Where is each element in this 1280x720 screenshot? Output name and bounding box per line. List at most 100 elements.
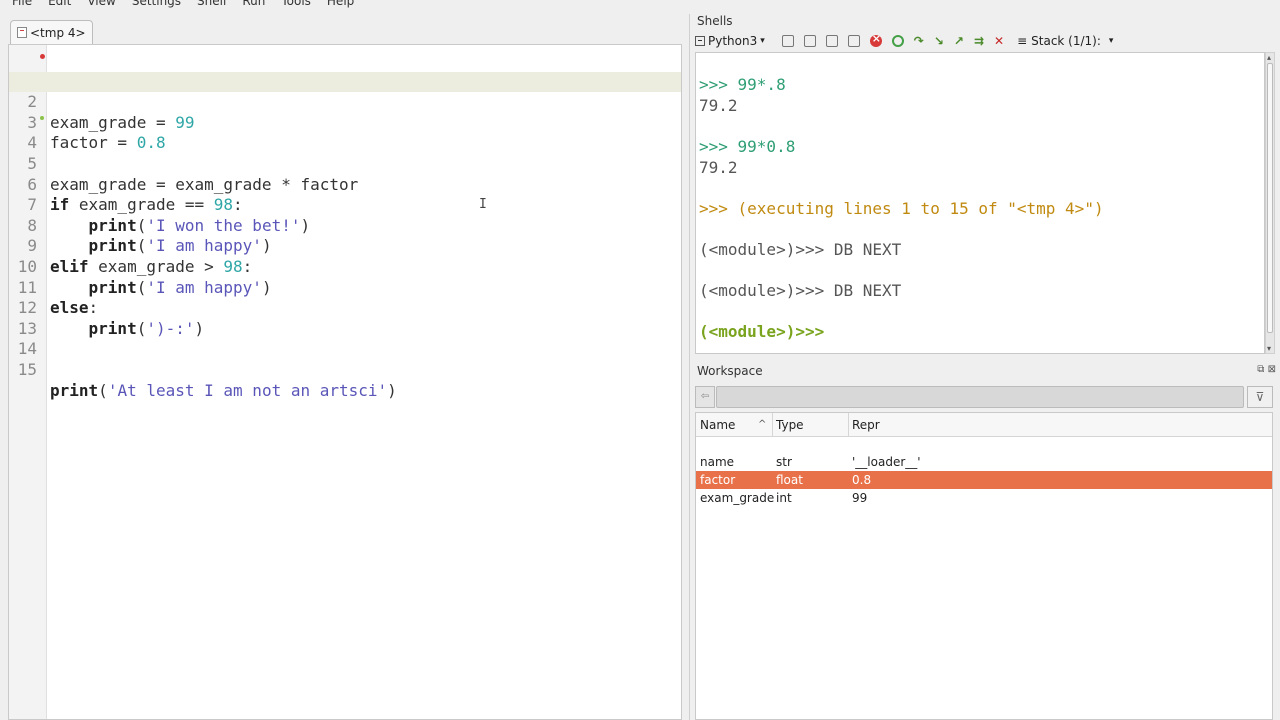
- shell-debug-line: (<module>)>>> DB NEXT: [699, 281, 902, 300]
- code-line: 11 else:: [9, 257, 681, 318]
- column-header-repr[interactable]: Repr: [852, 418, 880, 432]
- code-line: 13: [9, 298, 681, 338]
- open-shell-icon[interactable]: [803, 35, 816, 47]
- code-line-current: 2: [9, 71, 681, 111]
- column-header-name[interactable]: Name: [700, 418, 735, 432]
- shell-output[interactable]: >>> 99*.8 79.2 >>> 99*0.8 79.2 >>> (exec…: [695, 52, 1265, 354]
- code-builtin: print: [50, 380, 99, 400]
- debug-position-icon: [40, 115, 44, 120]
- code-line: 3 factor = 0.8: [9, 92, 681, 153]
- code-line: 6 if exam_grade == 98:: [9, 154, 681, 215]
- code-line: 5: [9, 133, 681, 173]
- undock-icon[interactable]: ⧉: [1257, 364, 1264, 375]
- workspace-table-header: Name ^ Type Repr: [696, 413, 1272, 437]
- shell-prompt: >>>: [699, 137, 738, 156]
- table-row[interactable]: name str '__loader__': [696, 453, 1272, 471]
- code-text: ): [387, 380, 397, 400]
- var-type: float: [776, 473, 803, 487]
- shell-icon: [695, 36, 705, 46]
- code-line: 7 print('I won the bet!'): [9, 175, 681, 235]
- workspace-table: Name ^ Type Repr name str '__loader__' f…: [695, 412, 1273, 720]
- scrollbar-thumb[interactable]: [1267, 63, 1273, 333]
- workspace-filter-input[interactable]: [716, 386, 1244, 408]
- code-line: 14: [9, 319, 681, 358]
- shell-output-line: 79.2: [699, 96, 738, 115]
- menu-bar: File Edit View Settings Shell Run Tools …: [0, 0, 1280, 8]
- step-over-icon[interactable]: ↷: [914, 34, 924, 48]
- shell-input-line: >>> 99*0.8: [699, 137, 795, 156]
- menu-shell[interactable]: Shell: [197, 0, 226, 8]
- menu-run[interactable]: Run: [242, 0, 265, 8]
- table-row[interactable]: exam_grade int 99: [696, 489, 1272, 507]
- right-pane: Shells Python3 ▾ ↷ ↘ ↗ ⇉ ✕ ≡ Stack (1/1)…: [691, 14, 1280, 720]
- code-line: 8 print('I am happy'): [9, 195, 681, 256]
- scroll-down-icon[interactable]: ▾: [1267, 344, 1271, 353]
- step-out-icon[interactable]: ↗: [954, 34, 964, 48]
- menu-tools[interactable]: Tools: [281, 0, 311, 8]
- step-into-icon[interactable]: ↘: [934, 34, 944, 48]
- var-name: factor: [700, 473, 736, 487]
- save-shell-icon[interactable]: [825, 35, 838, 47]
- code-line: 1 exam_grade = 99: [9, 51, 681, 132]
- code-line: 12 print(')-:'): [9, 278, 681, 338]
- workspace-filterbar: ⇦ ⊽: [695, 386, 1275, 408]
- shell-exec-line: >>> (executing lines 1 to 15 of "<tmp 4>…: [699, 199, 1104, 218]
- shell-interpreter-label: Python3: [708, 34, 758, 48]
- text-cursor-icon: I: [479, 197, 487, 212]
- menu-edit[interactable]: Edit: [48, 0, 71, 8]
- menu-file[interactable]: File: [12, 0, 32, 8]
- sort-asc-icon[interactable]: ^: [758, 419, 766, 430]
- editor-tabbar: <tmp 4>: [10, 20, 93, 44]
- code-line: 15 print('At least I am not an artsci'): [9, 339, 681, 400]
- copy-shell-icon[interactable]: [847, 35, 860, 47]
- shell-scrollbar[interactable]: ▴ ▾: [1265, 52, 1275, 354]
- column-separator: [848, 413, 849, 437]
- var-type: str: [776, 455, 792, 469]
- shell-prompt: >>>: [699, 75, 738, 94]
- filter-icon[interactable]: ⊽: [1247, 386, 1273, 408]
- menu-help[interactable]: Help: [327, 0, 354, 8]
- python-file-icon: [17, 27, 27, 38]
- code-editor[interactable]: 1 exam_grade = 99 2 3 factor = 0.8 4 exa…: [8, 44, 682, 720]
- new-shell-icon[interactable]: [781, 35, 794, 47]
- run-to-line-icon[interactable]: ⇉: [974, 34, 984, 48]
- menu-view[interactable]: View: [87, 0, 115, 8]
- shell-debug-line: (<module>)>>> DB NEXT: [699, 240, 902, 259]
- breakpoint-icon[interactable]: [40, 54, 45, 59]
- shell-command: 99*0.8: [737, 137, 796, 156]
- menu-settings[interactable]: Settings: [132, 0, 181, 8]
- var-name: exam_grade: [700, 491, 775, 505]
- continue-icon[interactable]: [891, 35, 904, 47]
- scroll-up-icon[interactable]: ▴: [1267, 53, 1271, 62]
- stop-debug-icon[interactable]: ✕: [994, 34, 1004, 48]
- python3-shell-tab[interactable]: Python3 ▾: [695, 34, 765, 48]
- shell-output-line: 79.2: [699, 158, 738, 177]
- line-number: 15: [17, 359, 37, 379]
- shell-toolbar: Python3 ▾ ↷ ↘ ↗ ⇉ ✕ ≡ Stack (1/1): ▾: [695, 32, 1275, 50]
- editor-tab-label: <tmp 4>: [30, 25, 86, 40]
- var-repr: 0.8: [852, 473, 872, 487]
- chevron-down-icon: ▾: [1108, 36, 1114, 46]
- code-line: 10 print('I am happy'): [9, 236, 681, 297]
- workspace-title: Workspace: [697, 364, 763, 378]
- shell-input-line: >>> 99*.8: [699, 75, 786, 94]
- shell-current-prompt[interactable]: (<module>)>>>: [699, 322, 824, 341]
- workspace-header-icons: ⧉ ⊠: [1257, 364, 1276, 375]
- code-text: (: [98, 380, 108, 400]
- editor-tab[interactable]: <tmp 4>: [10, 20, 93, 44]
- var-name: name: [700, 455, 735, 469]
- back-arrow-icon[interactable]: ⇦: [695, 386, 715, 408]
- code-string: 'At least I am not an artsci': [107, 380, 388, 400]
- column-header-type[interactable]: Type: [776, 418, 804, 432]
- stop-icon[interactable]: [869, 32, 882, 47]
- stack-selector[interactable]: ≡ Stack (1/1): ▾: [1017, 34, 1113, 48]
- stack-label: Stack (1/1):: [1031, 34, 1101, 48]
- editor-pane: <tmp 4> 1 exam_grade = 99 2 3 factor = 0…: [0, 14, 690, 720]
- code-line: 4 exam_grade = exam_grade * factor: [9, 113, 681, 194]
- column-separator: [772, 413, 773, 437]
- table-row-selected[interactable]: factor float 0.8: [696, 471, 1272, 489]
- hamburger-icon: ≡: [1017, 34, 1028, 48]
- shell-command: 99*.8: [737, 75, 786, 94]
- close-icon[interactable]: ⊠: [1268, 364, 1276, 375]
- var-repr: 99: [852, 491, 868, 505]
